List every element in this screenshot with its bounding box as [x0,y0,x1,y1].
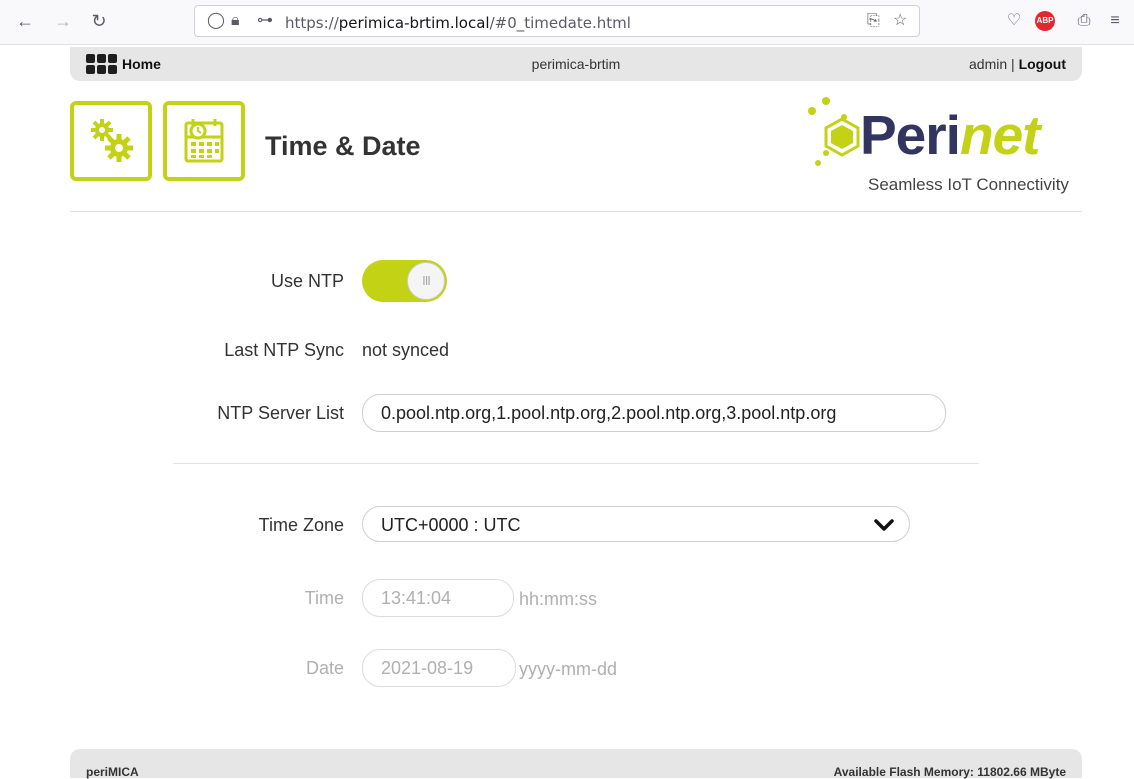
date-format-hint: yyyy-mm-dd [519,659,617,679]
ntp-server-list-input[interactable] [362,394,946,432]
reader-mode-icon[interactable]: ⎘ [867,12,880,30]
timezone-label: Time Zone [258,515,344,535]
timezone-selected-value: UTC+0000 : UTC [381,515,521,535]
time-input[interactable] [362,579,514,617]
logo-wordmark: Perinet [860,103,1040,167]
header-divider [70,211,1082,212]
key-icon[interactable]: ⊶ [257,12,273,30]
timezone-select[interactable]: UTC+0000 : UTC [362,506,910,542]
page-title: Time & Date [265,131,421,161]
use-ntp-label: Use NTP [270,271,344,291]
section-divider [173,463,979,464]
date-label: Date [305,658,344,678]
time-label: Time [304,588,344,608]
logout-link[interactable]: Logout [1019,56,1066,72]
top-nav-bar: Home perimica-brtim admin | Logout [70,47,1082,81]
last-sync-value: not synced [362,340,450,360]
date-input[interactable] [362,649,516,687]
user-separator: | [1011,56,1015,72]
footer-bar: periMICA Available Flash Memory: 11802.6… [70,749,1082,779]
user-area: admin | Logout [969,56,1066,72]
url-host: perimica-brtim.local [338,14,490,32]
address-bar[interactable]: ◯ 🔒︎ ⊶ https://perimica-brtim.local/#0_t… [194,5,920,37]
shield-icon[interactable]: ◯ [207,12,225,30]
url-text[interactable]: https://perimica-brtim.local/#0_timedate… [285,14,631,32]
chevron-down-icon [874,519,894,531]
calendar-clock-icon [184,119,224,163]
lock-icon[interactable]: 🔒︎ [231,12,240,30]
logo-wordmark-accent: net [959,104,1040,166]
ntp-server-list-label: NTP Server List [217,403,344,423]
hostname-label: perimica-brtim [531,56,621,72]
back-arrow-icon[interactable]: ← [14,10,36,32]
username: admin [969,56,1008,72]
settings-app-button[interactable] [70,101,152,181]
pocket-icon[interactable]: ♡ [1003,10,1025,32]
url-path: /#0_timedate.html [489,14,631,32]
forward-arrow-icon[interactable]: → [52,10,74,32]
menu-icon[interactable]: ≡ [1104,10,1126,32]
adblock-icon[interactable]: ABP [1035,11,1055,31]
gears-icon [91,119,133,162]
footer-product-name: periMICA [86,765,139,779]
logo-tagline: Seamless IoT Connectivity [868,175,1069,194]
time-format-hint: hh:mm:ss [519,589,598,609]
use-ntp-toggle[interactable]: III [362,260,447,302]
printer-icon[interactable]: ⎙ [1073,10,1095,32]
url-scheme: https:// [285,14,339,32]
perinet-logo: Perinet Seamless IoT Connectivity [800,95,1080,205]
footer-flash-memory: Available Flash Memory: 11802.66 MByte [833,765,1066,779]
browser-toolbar: ← → ↻ ◯ 🔒︎ ⊶ https://perimica-brtim.loca… [0,0,1134,45]
last-sync-label: Last NTP Sync [224,340,344,360]
toggle-knob[interactable]: III [407,262,445,300]
reload-icon[interactable]: ↻ [88,10,110,32]
bookmark-star-icon[interactable]: ☆ [893,12,907,30]
logo-wordmark-main: Peri [860,104,961,166]
timedate-app-button[interactable] [163,101,245,181]
